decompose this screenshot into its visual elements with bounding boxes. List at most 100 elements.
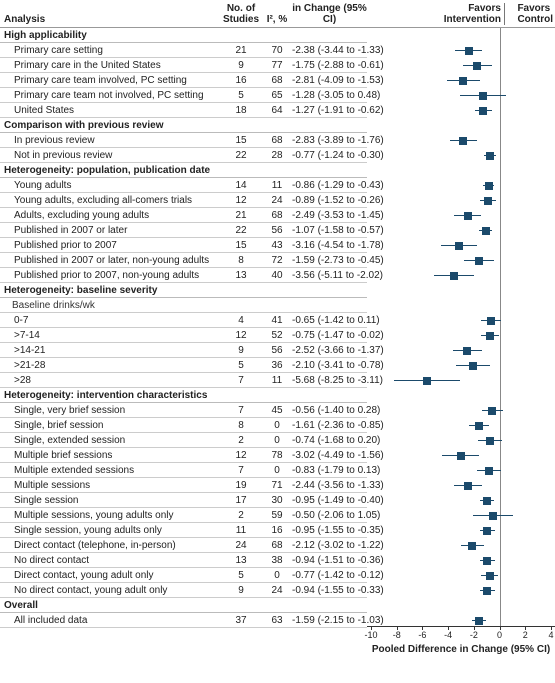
figure-container: Analysis No. of Studies I², % Pooled Dif… — [0, 0, 555, 676]
point-estimate-marker — [485, 467, 493, 475]
row-effect: -1.07 (-1.58 to -0.57) — [292, 225, 367, 236]
row-effect: -2.10 (-3.41 to -0.78) — [292, 360, 367, 371]
row-i2: 24 — [262, 195, 292, 206]
row-effect: -0.65 (-1.42 to 0.11) — [292, 315, 367, 326]
forest-row — [367, 313, 555, 328]
point-estimate-marker — [457, 452, 465, 460]
col-header-analysis: Analysis — [0, 14, 220, 25]
point-estimate-marker — [465, 47, 473, 55]
row-i2: 64 — [262, 105, 292, 116]
row-effect: -2.81 (-4.09 to -1.53) — [292, 75, 367, 86]
row-n: 21 — [220, 210, 262, 221]
table-row: >14-21956-2.52 (-3.66 to -1.37) — [0, 343, 367, 358]
row-n: 14 — [220, 180, 262, 191]
forest-row — [367, 73, 555, 88]
table-body: High applicabilityPrimary care setting21… — [0, 28, 367, 628]
col-header-i2: I², % — [262, 14, 292, 25]
table-row: No direct contact1338-0.94 (-1.51 to -0.… — [0, 553, 367, 568]
forest-row — [367, 103, 555, 118]
row-effect: -3.16 (-4.54 to -1.78) — [292, 240, 367, 251]
row-i2: 41 — [262, 315, 292, 326]
forest-row — [367, 553, 555, 568]
row-i2: 68 — [262, 210, 292, 221]
table-row: Young adults, excluding all-comers trial… — [0, 193, 367, 208]
table-panel: Analysis No. of Studies I², % Pooled Dif… — [0, 0, 367, 676]
row-n: 11 — [220, 525, 262, 536]
row-label: United States — [0, 105, 220, 116]
point-estimate-marker — [475, 422, 483, 430]
row-label: >7-14 — [0, 330, 220, 341]
row-n: 17 — [220, 495, 262, 506]
forest-row — [367, 148, 555, 163]
table-row: Single, very brief session745-0.56 (-1.4… — [0, 403, 367, 418]
col-header-n: No. of Studies — [220, 3, 262, 25]
row-n: 15 — [220, 240, 262, 251]
axis-tick-label: 2 — [523, 630, 528, 640]
row-label: Single, brief session — [0, 420, 220, 431]
forest-plot-panel: Favors Intervention Favors Control Poole… — [367, 0, 555, 676]
row-i2: 56 — [262, 345, 292, 356]
row-effect: -0.89 (-1.52 to -0.26) — [292, 195, 367, 206]
point-estimate-marker — [475, 257, 483, 265]
forest-row — [367, 403, 555, 418]
row-i2: 0 — [262, 570, 292, 581]
row-i2: 72 — [262, 255, 292, 266]
row-label: Published in 2007 or later — [0, 225, 220, 236]
point-estimate-marker — [488, 407, 496, 415]
row-effect: -1.27 (-1.91 to -0.62) — [292, 105, 367, 116]
row-n: 21 — [220, 45, 262, 56]
row-i2: 36 — [262, 360, 292, 371]
row-label: Multiple brief sessions — [0, 450, 220, 461]
forest-row — [367, 223, 555, 238]
table-row: Direct contact (telephone, in-person)246… — [0, 538, 367, 553]
table-header-row: Analysis No. of Studies I², % Pooled Dif… — [0, 0, 367, 28]
row-label: Direct contact, young adult only — [0, 570, 220, 581]
row-i2: 59 — [262, 510, 292, 521]
table-row: Young adults1411-0.86 (-1.29 to -0.43) — [0, 178, 367, 193]
point-estimate-marker — [464, 212, 472, 220]
row-n: 13 — [220, 270, 262, 281]
row-label: Single, very brief session — [0, 405, 220, 416]
row-i2: 68 — [262, 135, 292, 146]
row-n: 8 — [220, 420, 262, 431]
row-label: Single session, young adults only — [0, 525, 220, 536]
plot-header: Favors Intervention Favors Control — [367, 0, 555, 28]
row-label: Primary care team involved, PC setting — [0, 75, 220, 86]
forest-row — [367, 193, 555, 208]
row-effect: -1.59 (-2.15 to -1.03) — [292, 615, 367, 626]
row-n: 9 — [220, 585, 262, 596]
row-n: 8 — [220, 255, 262, 266]
point-estimate-marker — [485, 182, 493, 190]
forest-row — [367, 238, 555, 253]
row-effect: -1.28 (-3.05 to 0.48) — [292, 90, 367, 101]
axis-baseline — [367, 626, 555, 627]
table-row: >28711-5.68 (-8.25 to -3.11) — [0, 373, 367, 388]
row-label: Published prior to 2007, non-young adult… — [0, 270, 220, 281]
point-estimate-marker — [468, 542, 476, 550]
forest-row — [367, 343, 555, 358]
row-effect: -0.94 (-1.51 to -0.36) — [292, 555, 367, 566]
row-i2: 11 — [262, 375, 292, 386]
row-label: Published in 2007 or later, non-young ad… — [0, 255, 220, 266]
row-effect: -1.75 (-2.88 to -0.61) — [292, 60, 367, 71]
row-label: Multiple sessions — [0, 480, 220, 491]
forest-row — [367, 133, 555, 148]
table-row: United States1864-1.27 (-1.91 to -0.62) — [0, 103, 367, 118]
row-effect: -1.61 (-2.36 to -0.85) — [292, 420, 367, 431]
row-n: 2 — [220, 510, 262, 521]
favors-divider — [504, 3, 505, 25]
row-label: Young adults, excluding all-comers trial… — [0, 195, 220, 206]
point-estimate-marker — [479, 107, 487, 115]
row-label: Adults, excluding young adults — [0, 210, 220, 221]
row-i2: 40 — [262, 270, 292, 281]
table-row: In previous review1568-2.83 (-3.89 to -1… — [0, 133, 367, 148]
row-label: >28 — [0, 375, 220, 386]
row-effect: -2.49 (-3.53 to -1.45) — [292, 210, 367, 221]
forest-row — [367, 523, 555, 538]
forest-row — [367, 448, 555, 463]
row-n: 37 — [220, 615, 262, 626]
row-effect: -2.83 (-3.89 to -1.76) — [292, 135, 367, 146]
forest-row — [367, 43, 555, 58]
point-estimate-marker — [483, 557, 491, 565]
row-effect: -0.86 (-1.29 to -0.43) — [292, 180, 367, 191]
